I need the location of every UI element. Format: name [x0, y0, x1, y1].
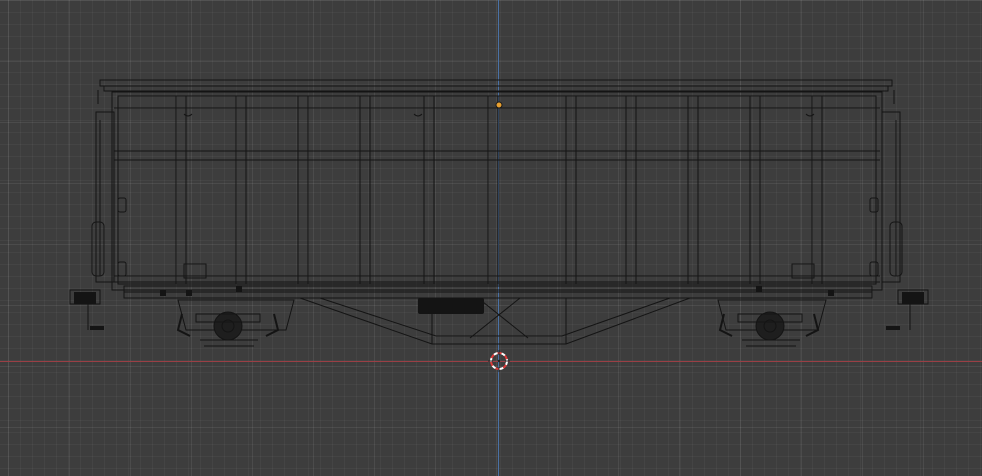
- body-ribs: [175, 95, 823, 285]
- 3d-viewport[interactable]: [0, 0, 982, 476]
- roof-edge: [103, 85, 889, 92]
- roof-outline: [99, 79, 893, 87]
- 3d-cursor-icon[interactable]: [488, 350, 510, 372]
- body-outline: [111, 91, 883, 291]
- body-inner-outline: [117, 95, 877, 285]
- object-origin-icon: [495, 101, 503, 109]
- left-buffer-head: [74, 292, 96, 304]
- right-buffer-head: [902, 292, 924, 304]
- bogie-right: [717, 299, 827, 347]
- bogie-left: [176, 299, 295, 347]
- boxcar-wireframe[interactable]: [0, 0, 982, 476]
- right-end-post: [881, 111, 901, 283]
- fuel-tank: [418, 298, 484, 314]
- underframe-truss: [299, 297, 691, 345]
- left-end-post: [95, 111, 115, 283]
